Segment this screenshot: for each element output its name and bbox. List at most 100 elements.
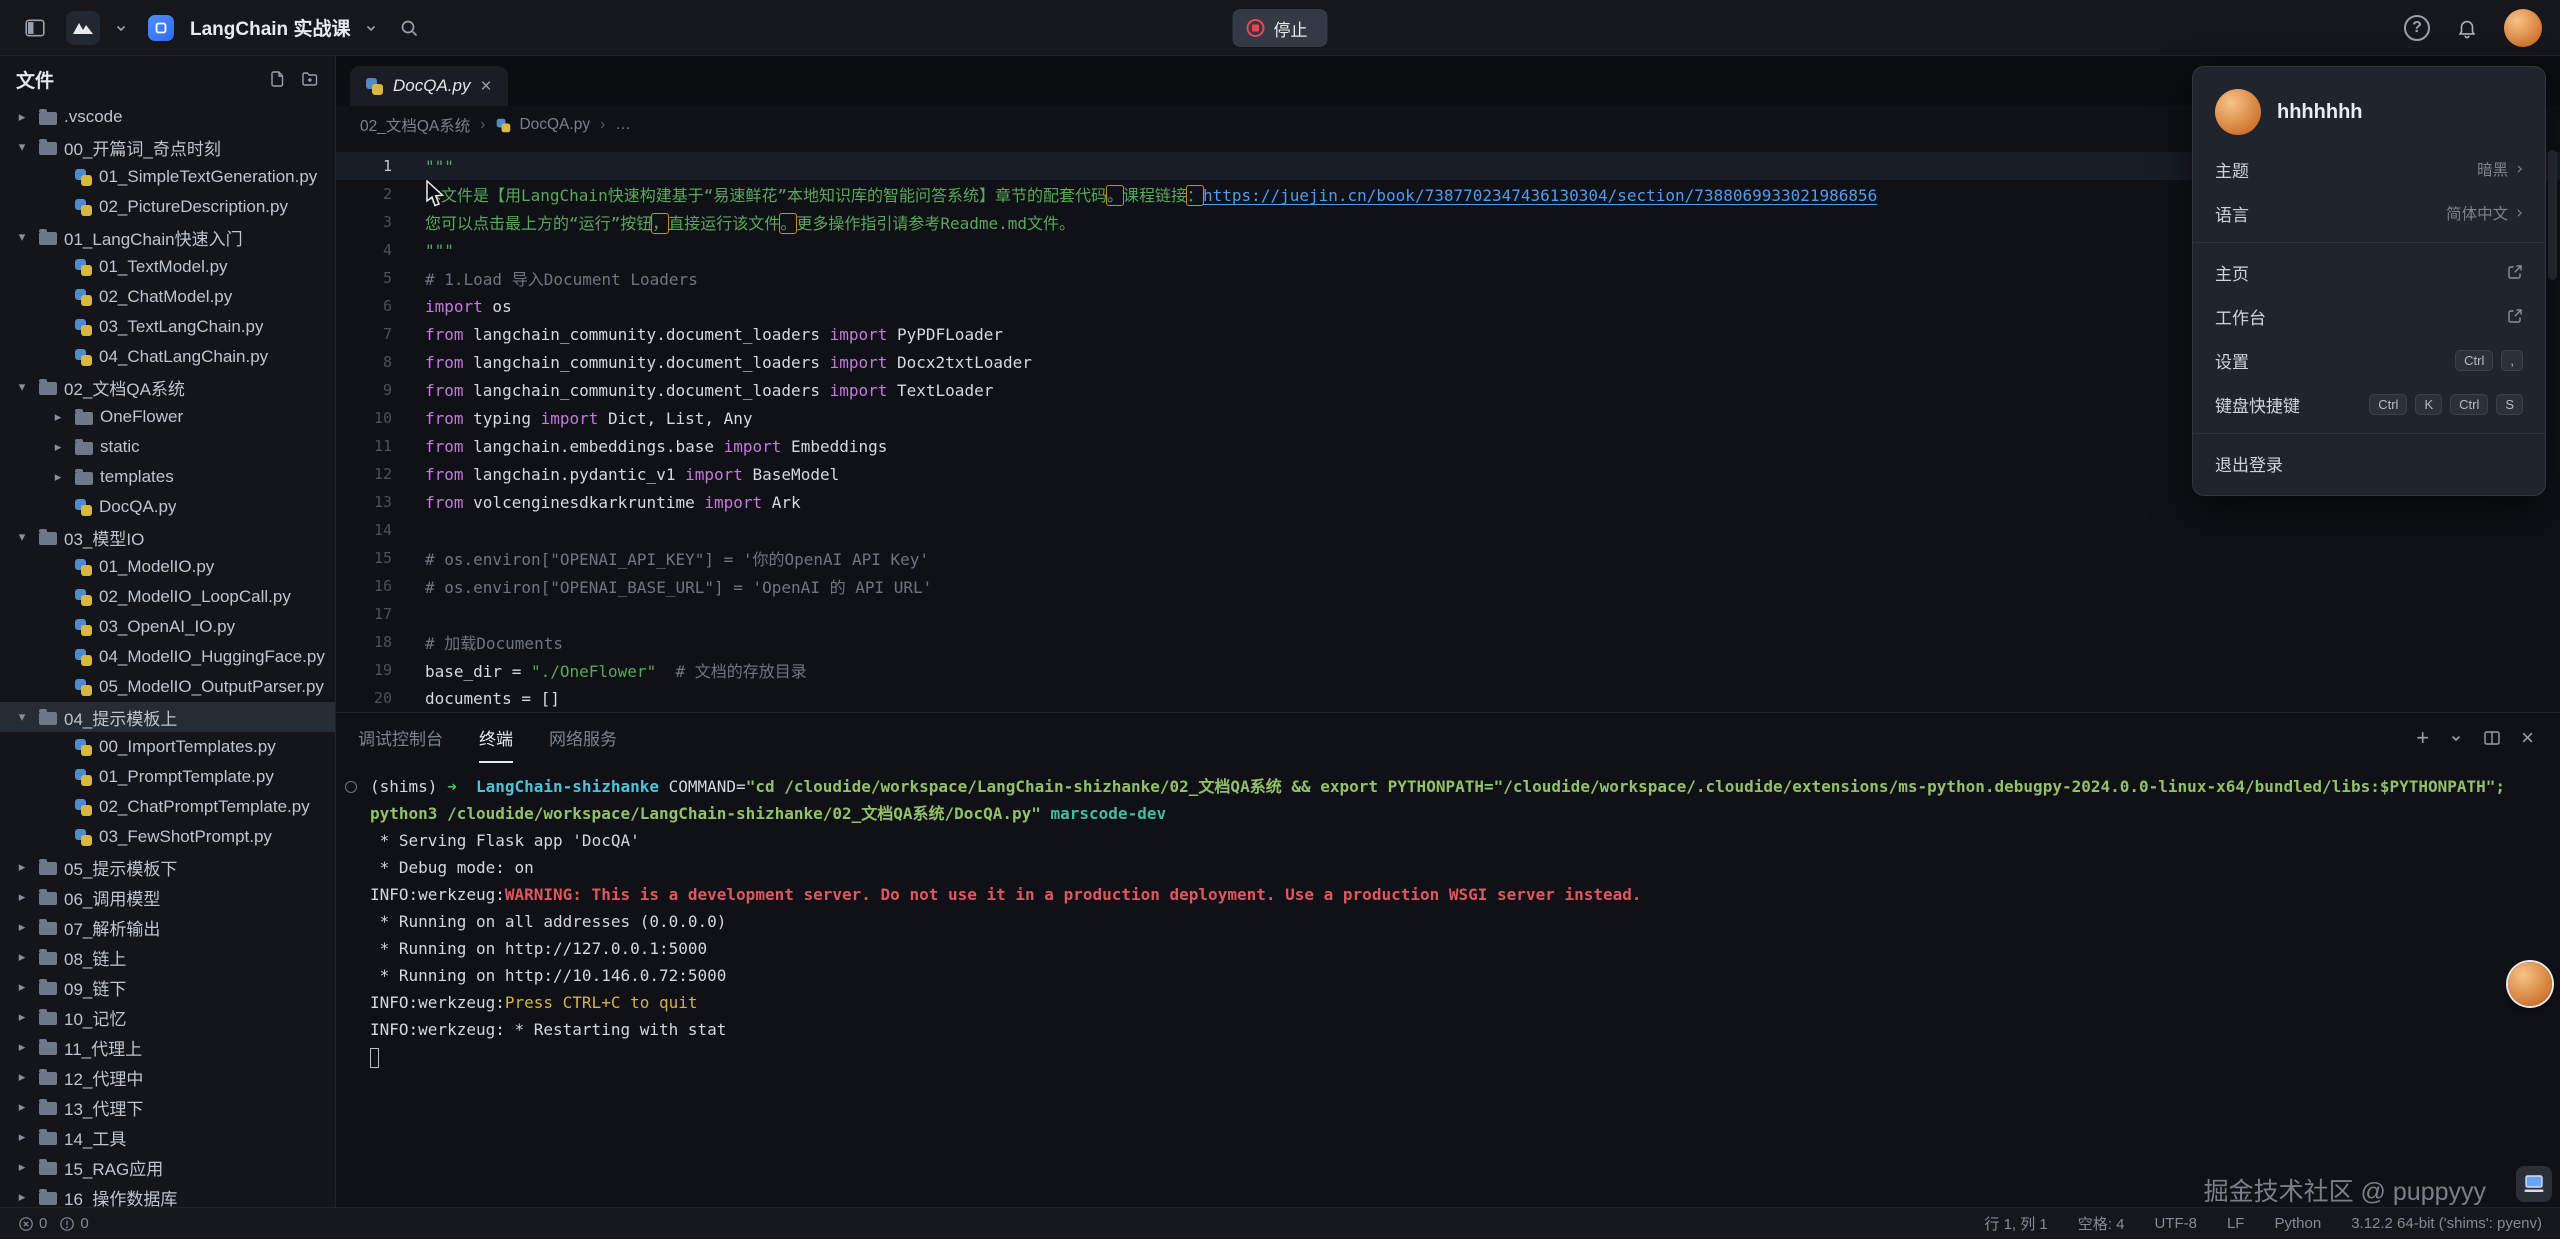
problems-indicator[interactable]: 0 0	[18, 1215, 89, 1232]
chevron-down-icon: ▾	[12, 140, 32, 155]
bell-icon[interactable]	[2450, 11, 2484, 45]
tree-item-folder[interactable]: ▸16_操作数据库	[0, 1182, 335, 1207]
terminal-line: * Serving Flask app 'DocQA'	[370, 827, 2520, 854]
menu-item-label: 工作台	[2215, 304, 2266, 329]
tree-item-file[interactable]: 02_ChatModel.py	[0, 282, 335, 312]
tree-item-folder[interactable]: ▸10_记忆	[0, 1002, 335, 1032]
tree-item-file[interactable]: 01_ModelIO.py	[0, 552, 335, 582]
tree-item-folder[interactable]: ▾04_提示模板上	[0, 702, 335, 732]
help-icon[interactable]: ?	[2404, 15, 2430, 41]
menu-item-language[interactable]: 语言简体中文›	[2193, 191, 2545, 235]
code-link[interactable]: https://juejin.cn/book/73877023474361303…	[1203, 186, 1877, 205]
sidebar-toggle-icon[interactable]	[18, 11, 52, 45]
menu-item-settings[interactable]: 设置Ctrl,	[2193, 338, 2545, 382]
tree-item-file[interactable]: 01_TextModel.py	[0, 252, 335, 282]
tree-item-folder[interactable]: ▸07_解析输出	[0, 912, 335, 942]
tree-item-folder[interactable]: ▾01_LangChain快速入门	[0, 222, 335, 252]
menu-item-theme[interactable]: 主题暗黑›	[2193, 147, 2545, 191]
tree-item-label: 03_TextLangChain.py	[99, 317, 263, 337]
tree-item-folder[interactable]: ▸09_链下	[0, 972, 335, 1002]
tree-item-folder[interactable]: ▸static	[0, 432, 335, 462]
terminal-dropdown-chevron-icon[interactable]	[2449, 731, 2463, 745]
tree-item-folder[interactable]: ▸05_提示模板下	[0, 852, 335, 882]
tree-item-folder[interactable]: ▾02_文档QA系统	[0, 372, 335, 402]
terminal-token: * Serving Flask app 'DocQA'	[370, 831, 640, 850]
tree-item-file[interactable]: 04_ChatLangChain.py	[0, 342, 335, 372]
tree-item-file[interactable]: DocQA.py	[0, 492, 335, 522]
tree-item-file[interactable]: 02_PictureDescription.py	[0, 192, 335, 222]
tree-item-folder[interactable]: ▸13_代理下	[0, 1092, 335, 1122]
new-terminal-icon[interactable]: +	[2416, 727, 2429, 749]
tree-item-folder[interactable]: ▸14_工具	[0, 1122, 335, 1152]
status-language-mode[interactable]: Python	[2274, 1215, 2321, 1232]
logo-chevron-icon[interactable]	[114, 21, 128, 35]
explorer-header: 文件	[0, 56, 335, 102]
tree-item-file[interactable]: 03_TextLangChain.py	[0, 312, 335, 342]
tree-item-file[interactable]: 02_ChatPromptTemplate.py	[0, 792, 335, 822]
terminal-output[interactable]: (shims) ➜ LangChain-shizhanke COMMAND="c…	[336, 763, 2560, 1207]
editor-scrollbar[interactable]	[2548, 150, 2557, 280]
new-file-icon[interactable]	[269, 70, 287, 88]
status-encoding[interactable]: UTF-8	[2154, 1215, 2197, 1232]
status-cursor-position[interactable]: 行 1, 列 1	[1984, 1213, 2047, 1234]
code-token: PyPDFLoader	[887, 325, 1003, 344]
tree-item-folder[interactable]: ▸08_链上	[0, 942, 335, 972]
status-python-interpreter[interactable]: 3.12.2 64-bit ('shims': pyenv)	[2351, 1215, 2542, 1232]
tree-item-folder[interactable]: ▾00_开篇词_奇点时刻	[0, 132, 335, 162]
workspace-chevron-icon[interactable]	[364, 21, 378, 35]
editor-tab-docqa[interactable]: DocQA.py ×	[350, 66, 508, 106]
panel-tab-debug-console[interactable]: 调试控制台	[358, 713, 443, 763]
tree-item-file[interactable]: 04_ModelIO_HuggingFace.py	[0, 642, 335, 672]
new-folder-icon[interactable]	[301, 70, 319, 88]
status-indentation[interactable]: 空格: 4	[2078, 1213, 2125, 1234]
tree-item-file[interactable]: 00_ImportTemplates.py	[0, 732, 335, 762]
workspace-name[interactable]: LangChain 实战课	[190, 14, 350, 41]
stop-button[interactable]: 停止	[1233, 9, 1328, 47]
menu-item-home[interactable]: 主页	[2193, 250, 2545, 294]
breadcrumb-item[interactable]: DocQA.py	[495, 116, 590, 134]
status-eol[interactable]: LF	[2227, 1215, 2245, 1232]
menu-item-workbench[interactable]: 工作台	[2193, 294, 2545, 338]
code-token: from	[425, 353, 464, 372]
panel-tab-terminal[interactable]: 终端	[479, 713, 513, 763]
menu-item-logout[interactable]: 退出登录	[2193, 441, 2545, 485]
errors-indicator[interactable]: 0	[18, 1215, 47, 1232]
marscode-logo[interactable]	[66, 11, 100, 45]
code-token: # 加载Documents	[425, 634, 563, 653]
tree-item-file[interactable]: 05_ModelIO_OutputParser.py	[0, 672, 335, 702]
menu-item-value: 简体中文	[2446, 202, 2508, 224]
device-monitor-icon[interactable]	[2516, 1166, 2552, 1202]
tree-item-folder[interactable]: ▸11_代理上	[0, 1032, 335, 1062]
tree-item-file[interactable]: 01_PromptTemplate.py	[0, 762, 335, 792]
tree-item-folder[interactable]: ▸06_调用模型	[0, 882, 335, 912]
terminal-token: (shims)	[370, 777, 447, 796]
chevron-right-icon: ▸	[12, 950, 32, 965]
code-token: from	[425, 409, 464, 428]
floating-assistant-avatar[interactable]	[2508, 962, 2552, 1006]
tree-item-folder[interactable]: ▸.vscode	[0, 102, 335, 132]
tree-item-folder[interactable]: ▸OneFlower	[0, 402, 335, 432]
code-token	[656, 662, 675, 681]
tree-item-file[interactable]: 03_OpenAI_IO.py	[0, 612, 335, 642]
keyboard-key: ,	[2501, 350, 2523, 371]
close-tab-icon[interactable]: ×	[480, 77, 491, 96]
panel-tab-network-service[interactable]: 网络服务	[549, 713, 617, 763]
user-avatar[interactable]	[2504, 9, 2542, 47]
tree-item-file[interactable]: 02_ModelIO_LoopCall.py	[0, 582, 335, 612]
tree-item-folder[interactable]: ▸12_代理中	[0, 1062, 335, 1092]
tree-item-folder[interactable]: ▾03_模型IO	[0, 522, 335, 552]
warnings-indicator[interactable]: 0	[59, 1215, 88, 1232]
tree-item-folder[interactable]: ▸templates	[0, 462, 335, 492]
search-icon[interactable]	[392, 11, 426, 45]
chevron-right-icon: ▸	[48, 410, 68, 425]
tree-item-file[interactable]: 03_FewShotPrompt.py	[0, 822, 335, 852]
breadcrumb-item[interactable]: 02_文档QA系统	[360, 114, 470, 136]
breadcrumb-item[interactable]: …	[615, 116, 631, 134]
close-panel-icon[interactable]: ×	[2521, 727, 2534, 749]
tree-item-folder[interactable]: ▸15_RAG应用	[0, 1152, 335, 1182]
menu-item-keyboard-shortcuts[interactable]: 键盘快捷键CtrlKCtrlS	[2193, 382, 2545, 426]
tree-item-file[interactable]: 01_SimpleTextGeneration.py	[0, 162, 335, 192]
split-terminal-icon[interactable]	[2483, 729, 2501, 747]
stop-icon	[1247, 19, 1265, 37]
tree-item-label: 01_TextModel.py	[99, 257, 228, 277]
